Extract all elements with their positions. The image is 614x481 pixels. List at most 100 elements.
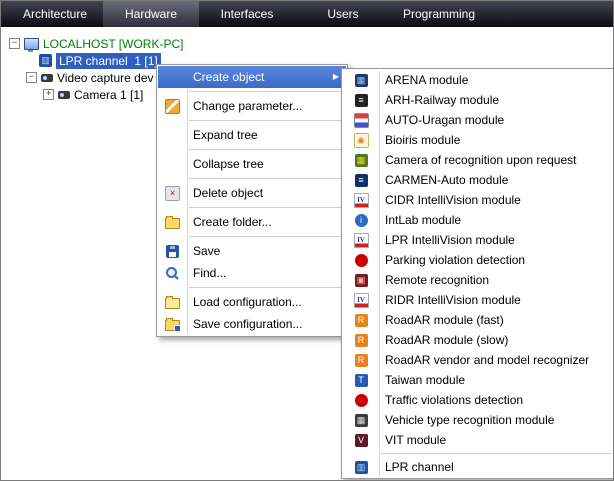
menu-item-arena-module[interactable]: ▦ ARENA module [343,70,614,90]
cidr-intellivision-module-icon: IV [354,193,369,208]
menu-item-cidr-intellivision-module[interactable]: IVCIDR IntelliVision module [343,190,614,210]
menu-item-icon-area: ▣ [343,274,379,287]
menu-item-camera-of-recognition-upon-request[interactable]: ▦Camera of recognition upon request [343,150,614,170]
menu-separator [189,178,343,179]
expand-expander-icon[interactable]: + [43,89,54,100]
menu-item-icon-area [158,317,187,331]
menu-item-carmen-auto-module[interactable]: ≡ CARMEN-Auto module [343,170,614,190]
camera-recognition-request-icon: ▦ [355,154,368,167]
menu-item-load-configuration[interactable]: Load configuration... [158,291,346,313]
menu-item-remote-recognition[interactable]: ▣ Remote recognition [343,270,614,290]
menu-item-icon-area: IV [343,233,379,248]
menu-item-roadar-vendor-and-model-recognizer[interactable]: R RoadAR vendor and model recognizer [343,350,614,370]
no-icon [166,158,179,171]
menu-item-label: RoadAR module (fast) [385,313,504,327]
tab-users[interactable]: Users [295,1,391,27]
tab-hardware[interactable]: Hardware [103,1,199,27]
collapse-expander-icon[interactable]: − [9,38,20,49]
menu-item-taiwan-module[interactable]: TTaiwan module [343,370,614,390]
tree-item-label: LOCALHOST [WORK-PC] [43,37,183,51]
menu-item-create-folder[interactable]: Create folder... [158,211,346,233]
create-folder-icon [165,218,180,229]
submenu-arrow-icon: ▶ [333,73,339,81]
no-icon [166,71,179,84]
menu-item-icon-area: T [343,374,379,387]
tree-item-localhost-work-pc[interactable]: − LOCALHOST [WORK-PC] [1,35,613,52]
save-icon [166,245,179,258]
vehicle-type-recognition-icon: ▦ [355,414,368,427]
roadar-fast-module-icon: R [355,314,368,327]
collapse-expander-icon[interactable]: − [26,72,37,83]
menu-item-label: AUTO-Uragan module [385,113,504,127]
menu-item-collapse-tree[interactable]: Collapse tree [158,153,346,175]
bioiris-module-icon: ◉ [354,133,369,148]
menu-item-label: CARMEN-Auto module [385,173,508,187]
delete-object-icon: × [165,186,180,201]
tab-programming[interactable]: Programming [391,1,487,27]
menu-item-save[interactable]: Save [158,240,346,262]
menu-item-icon-area [343,254,379,267]
menu-item-label: Save configuration... [193,317,302,331]
menu-item-label: Remote recognition [385,273,489,287]
menu-separator [189,149,343,150]
tab-interfaces[interactable]: Interfaces [199,1,295,27]
menu-item-label: VIT module [385,433,446,447]
menu-item-label: RIDR IntelliVision module [385,293,521,307]
menu-item-create-object[interactable]: Create object▶ [158,66,346,88]
menu-item-label: RoadAR module (slow) [385,333,508,347]
menu-item-change-parameter[interactable]: Change parameter... [158,95,346,117]
menu-item-auto-uragan-module[interactable]: AUTO-Uragan module [343,110,614,130]
menu-item-lpr-channel[interactable]: ▥LPR channel [343,457,614,477]
tab-architecture[interactable]: Architecture [7,1,103,27]
menu-item-icon-area: R [343,354,379,367]
application-window: ArchitectureHardwareInterfacesUsersProgr… [0,0,614,481]
save-configuration-icon [165,320,180,331]
menu-separator [381,453,611,454]
menu-item-icon-area: ▥ [343,461,379,474]
menu-item-find[interactable]: Find... [158,262,346,284]
tree-item-label: Camera 1 [1] [74,88,143,102]
menu-item-label: IntLab module [385,213,461,227]
ridr-intellivision-module-icon: IV [354,293,369,308]
menu-separator [189,207,343,208]
menu-item-icon-area [158,245,187,258]
menu-item-icon-area: ≡ [343,174,379,187]
computer-icon [24,38,39,50]
menu-item-intlab-module[interactable]: iIntLab module [343,210,614,230]
menu-item-label: ARENA module [385,73,468,87]
arena-module-icon: ▦ [355,74,368,87]
camera-icon [58,91,70,99]
menu-item-parking-violation-detection[interactable]: Parking violation detection [343,250,614,270]
menu-item-bioiris-module[interactable]: ◉Bioiris module [343,130,614,150]
menu-item-icon-area: ≡ [343,94,379,107]
menu-item-icon-area: IV [343,193,379,208]
menu-item-expand-tree[interactable]: Expand tree [158,124,346,146]
menu-item-label: Expand tree [193,128,258,142]
menu-item-vit-module[interactable]: V VIT module [343,430,614,450]
menu-item-arh-railway-module[interactable]: ≡ARH-Railway module [343,90,614,110]
menu-item-traffic-violations-detection[interactable]: Traffic violations detection [343,390,614,410]
find-icon [166,267,179,280]
menu-item-icon-area [343,113,379,128]
traffic-violations-detection-icon [355,394,368,407]
menu-item-label: Create folder... [193,215,272,229]
menu-item-icon-area: V [343,434,379,447]
menu-item-vehicle-type-recognition-module[interactable]: ▦Vehicle type recognition module [343,410,614,430]
menu-item-icon-area: R [343,334,379,347]
remote-recognition-icon: ▣ [355,274,368,287]
menu-item-delete-object[interactable]: × Delete object [158,182,346,204]
menu-item-lpr-intellivision-module[interactable]: IVLPR IntelliVision module [343,230,614,250]
menu-item-ridr-intellivision-module[interactable]: IV RIDR IntelliVision module [343,290,614,310]
menu-item-roadar-module-fast[interactable]: R RoadAR module (fast) [343,310,614,330]
menu-item-label: Load configuration... [193,295,302,309]
menu-item-icon-area: IV [343,293,379,308]
create-object-submenu: ▦ ARENA module ≡ARH-Railway module AUTO-Ura… [341,68,614,479]
menu-item-label: Find... [193,266,226,280]
no-icon [166,129,179,142]
menu-item-label: Delete object [193,186,263,200]
menu-item-save-configuration[interactable]: Save configuration... [158,313,346,335]
context-menu: Create object▶ Change parameter... Expand … [156,64,348,337]
menu-item-icon-area: ▦ [343,414,379,427]
menu-item-label: RoadAR vendor and model recognizer [385,353,589,367]
menu-item-roadar-module-slow[interactable]: R RoadAR module (slow) [343,330,614,350]
